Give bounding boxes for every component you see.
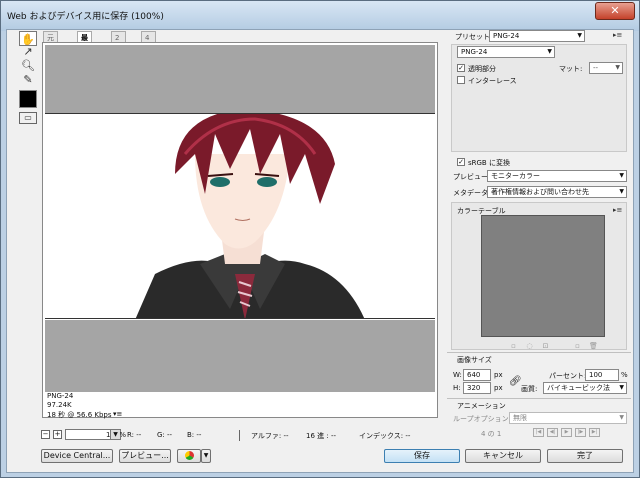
divider: [447, 398, 631, 399]
next-frame-icon[interactable]: |▶: [575, 428, 586, 437]
info-file-size: 97.24K: [47, 401, 72, 409]
first-frame-icon[interactable]: |◀: [533, 428, 544, 437]
info-menu-icon[interactable]: ▾≡: [113, 410, 122, 418]
eyedropper-color-swatch[interactable]: [19, 90, 37, 108]
readout-g: G: --: [157, 431, 173, 439]
color-table-grid[interactable]: [481, 215, 605, 337]
chevron-down-icon[interactable]: ▼: [110, 430, 120, 439]
metadata-select[interactable]: 著作権情報および問い合わせ先 ▼: [487, 186, 627, 198]
preview-image[interactable]: [45, 113, 435, 319]
settings-panel: プリセット: PNG-24 ▼ ▸≡ PNG-24 ▼ ✓ 透明部分 マット: --…: [447, 30, 631, 470]
web-snap-icon: ▫: [511, 342, 516, 350]
percent-label: パーセント:: [549, 372, 587, 380]
matte-select[interactable]: -- ▼: [589, 62, 623, 74]
optimize-settings-box: [451, 44, 627, 152]
canvas-background-top: [45, 45, 435, 113]
quality-value: バイキュービック法: [547, 384, 610, 392]
last-frame-icon[interactable]: ▶|: [589, 428, 600, 437]
quality-select[interactable]: バイキュービック法 ▼: [543, 382, 627, 394]
settings-menu-icon[interactable]: ▸≡: [613, 31, 622, 39]
readout-b: B: --: [187, 431, 202, 439]
preview-button[interactable]: プレビュー...: [119, 449, 171, 463]
preview-value: モニターカラー: [491, 172, 540, 180]
format-value: PNG-24: [461, 48, 488, 56]
loop-label: ループオプション:: [453, 415, 511, 423]
prev-frame-icon[interactable]: ◀|: [547, 428, 558, 437]
trash-icon: 🗑︎: [589, 342, 598, 350]
matte-label: マット:: [559, 65, 583, 73]
info-format: PNG-24: [47, 392, 74, 400]
zoom-tool-icon[interactable]: 🔍︎: [19, 58, 37, 73]
matte-value: --: [593, 64, 599, 72]
preset-label: プリセット:: [455, 33, 493, 41]
percent-input[interactable]: 100: [585, 369, 619, 381]
width-label: W:: [453, 371, 462, 379]
lock-icon: ⊡: [542, 342, 549, 350]
canvas-background-bottom: [45, 320, 435, 392]
metadata-value: 著作権情報および問い合わせ先: [491, 188, 589, 196]
chevron-down-icon: ▼: [577, 32, 582, 39]
metadata-label: メタデータ:: [453, 189, 491, 197]
title-bar: Web およびデバイス用に保存 (100%) ✕: [1, 1, 639, 31]
readout-r: R: --: [127, 431, 142, 439]
chevron-down-icon: ▼: [619, 188, 624, 195]
readout-alpha: アルファ: --: [251, 432, 289, 440]
play-icon[interactable]: ▶: [561, 428, 572, 437]
format-select[interactable]: PNG-24 ▼: [457, 46, 555, 58]
chevron-down-icon: ▼: [619, 172, 624, 179]
close-button[interactable]: ✕: [595, 2, 635, 20]
chevron-down-icon: ▼: [619, 414, 624, 421]
height-unit: px: [494, 384, 503, 392]
preset-select[interactable]: PNG-24 ▼: [489, 30, 585, 42]
dialog-window: Web およびデバイス用に保存 (100%) ✕ ✋ ↗ 🔍︎ ✎ ▭ 元画像 …: [0, 0, 640, 478]
zoom-out-button[interactable]: −: [41, 430, 50, 439]
eyedropper-tool-icon[interactable]: ✎: [19, 72, 37, 87]
window-title: Web およびデバイス用に保存 (100%): [7, 12, 164, 22]
interlace-checkbox[interactable]: [457, 76, 465, 84]
browser-menu-chevron-icon[interactable]: ▼: [201, 449, 211, 463]
loop-select[interactable]: 無限 ▼: [509, 412, 627, 424]
image-size-title: 画像サイズ: [457, 356, 492, 364]
zoom-in-button[interactable]: +: [53, 430, 62, 439]
browser-icon[interactable]: [177, 449, 201, 463]
constrain-link-icon[interactable]: 🔗︎: [509, 376, 522, 387]
quality-label: 画質:: [521, 385, 538, 393]
animation-title: アニメーション: [457, 402, 506, 410]
preview-area[interactable]: PNG-24 97.24K 18 秒 @ 56.6 Kbps ▾≡: [42, 42, 438, 419]
readout-index: インデックス: --: [359, 432, 411, 440]
lock-color-icon: ◌: [526, 342, 533, 350]
frame-counter: 4 の 1: [481, 430, 502, 438]
preset-value: PNG-24: [493, 32, 520, 40]
toggle-slices-icon[interactable]: ▭: [19, 112, 37, 124]
new-color-icon: ▫: [575, 342, 580, 350]
preview-select[interactable]: モニターカラー ▼: [487, 170, 627, 182]
srgb-label: sRGB に変換: [468, 159, 510, 167]
status-bar: − + 100%▼ R: -- G: -- B: -- アルファ: -- 16 …: [41, 429, 437, 442]
transparency-label: 透明部分: [468, 65, 496, 73]
dialog-client: ✋ ↗ 🔍︎ ✎ ▭ 元画像 最適化 2 アップ 4 アップ: [6, 29, 634, 473]
color-table-menu-icon[interactable]: ▸≡: [613, 206, 622, 214]
readout-hex: 16 進 : --: [306, 432, 336, 440]
height-input[interactable]: 320: [463, 382, 491, 394]
percent-unit: %: [621, 371, 628, 379]
tool-column: ✋ ↗ 🔍︎ ✎ ▭: [15, 30, 41, 150]
chevron-down-icon: ▼: [619, 384, 624, 391]
preview-label: プレビュー:: [453, 173, 491, 181]
loop-value: 無限: [513, 414, 527, 422]
device-central-button[interactable]: Device Central...: [41, 449, 113, 463]
chevron-down-icon: ▼: [547, 48, 552, 55]
width-unit: px: [494, 371, 503, 379]
zoom-select[interactable]: 100%▼: [65, 429, 126, 440]
transparency-checkbox[interactable]: ✓: [457, 64, 465, 72]
interlace-label: インターレース: [468, 77, 517, 85]
divider: [447, 352, 631, 353]
anime-character-illustration: [45, 114, 435, 318]
chevron-down-icon: ▼: [615, 64, 620, 71]
srgb-checkbox[interactable]: ✓: [457, 158, 465, 166]
info-download-time: 18 秒 @ 56.6 Kbps: [47, 411, 112, 419]
width-input[interactable]: 640: [463, 369, 491, 381]
slice-select-tool-icon[interactable]: ↗: [19, 44, 37, 59]
divider: [239, 430, 240, 441]
height-label: H:: [453, 384, 461, 392]
